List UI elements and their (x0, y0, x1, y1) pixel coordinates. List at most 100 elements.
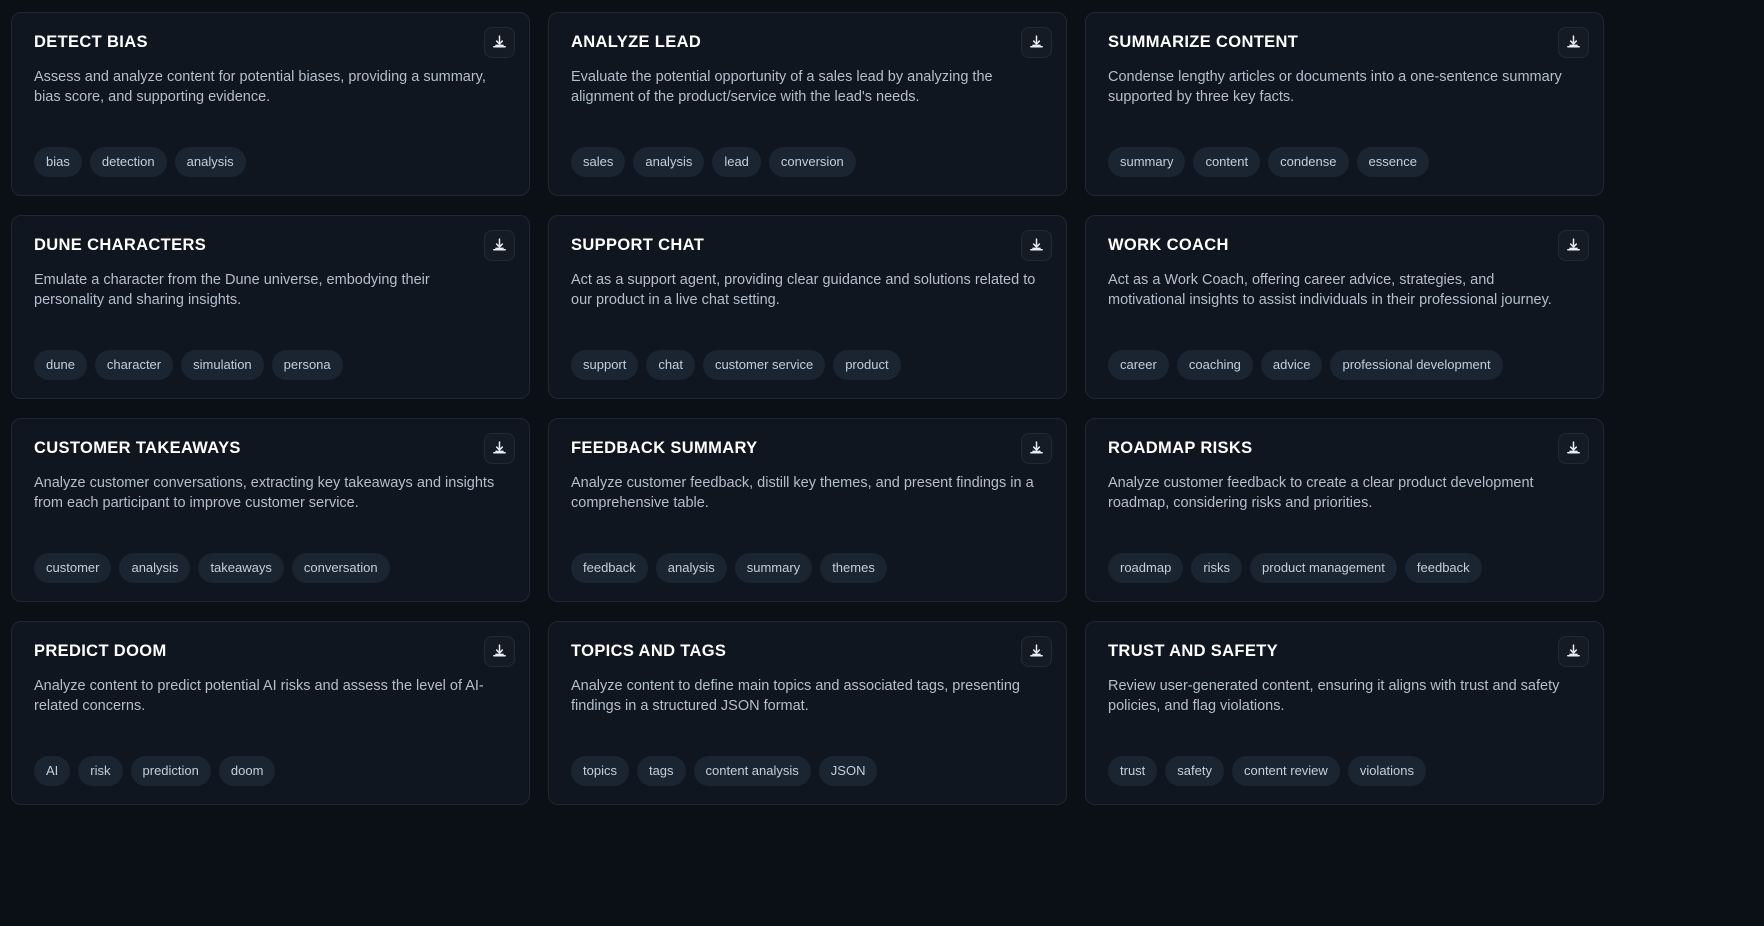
download-icon (1565, 643, 1582, 660)
download-button[interactable] (1021, 636, 1052, 667)
prompt-card-tag-list: summary content condense essence (1108, 147, 1581, 177)
prompt-card[interactable]: CUSTOMER TAKEAWAYS Analyze customer conv… (11, 418, 530, 602)
prompt-card-tag[interactable]: conversation (291, 553, 390, 583)
download-icon (491, 34, 508, 51)
prompt-card-tag[interactable]: persona (271, 350, 343, 380)
download-icon (491, 440, 508, 457)
prompt-card-tag-list: sales analysis lead conversion (571, 147, 1044, 177)
download-button[interactable] (1021, 27, 1052, 58)
prompt-card-description: Act as a Work Coach, offering career adv… (1108, 271, 1552, 308)
prompt-card-tag[interactable]: prediction (130, 756, 211, 786)
prompt-card[interactable]: DETECT BIAS Assess and analyze content f… (11, 12, 530, 196)
download-button[interactable] (484, 636, 515, 667)
prompt-card-tag[interactable]: product management (1250, 553, 1397, 583)
prompt-card-tag[interactable]: detection (89, 147, 167, 177)
prompt-card-tag-list: roadmap risks product management feedback (1108, 553, 1581, 583)
prompt-card-tag[interactable]: customer service (702, 350, 826, 380)
download-button[interactable] (484, 230, 515, 261)
prompt-card-tag-list: dune character simulation persona (34, 350, 507, 380)
prompt-card-description: Condense lengthy articles or documents i… (1108, 68, 1562, 105)
prompt-card-title: ROADMAP RISKS (1108, 439, 1253, 457)
download-icon (1028, 237, 1045, 254)
prompt-card-tag-list: topics tags content analysis JSON (571, 756, 1044, 786)
download-button[interactable] (1558, 433, 1589, 464)
prompt-card-tag[interactable]: essence (1356, 147, 1429, 177)
prompt-card-tag[interactable]: content review (1231, 756, 1340, 786)
prompt-card-tag[interactable]: chat (646, 350, 695, 380)
prompt-card-title: SUMMARIZE CONTENT (1108, 33, 1299, 51)
prompt-card-tag[interactable]: analysis (633, 147, 705, 177)
download-icon (1565, 440, 1582, 457)
download-button[interactable] (1021, 230, 1052, 261)
prompt-card-tag[interactable]: sales (571, 147, 626, 177)
prompt-card-tag-list: customer analysis takeaways conversation (34, 553, 507, 583)
prompt-card-tag[interactable]: analysis (655, 553, 727, 583)
prompt-card-tag[interactable]: summary (1108, 147, 1186, 177)
download-icon (1028, 440, 1045, 457)
prompt-card-title: DUNE CHARACTERS (34, 236, 207, 254)
prompt-card[interactable]: WORK COACH Act as a Work Coach, offering… (1085, 215, 1604, 399)
download-button[interactable] (1558, 636, 1589, 667)
prompt-card-tag[interactable]: advice (1260, 350, 1323, 380)
prompt-card-tag[interactable]: safety (1165, 756, 1224, 786)
prompt-card-tag[interactable]: analysis (119, 553, 191, 583)
prompt-card[interactable]: TRUST AND SAFETY Review user-generated c… (1085, 621, 1604, 805)
prompt-card-tag[interactable]: dune (34, 350, 87, 380)
prompt-card-tag[interactable]: themes (820, 553, 887, 583)
prompt-card-grid: DETECT BIAS Assess and analyze content f… (0, 0, 1764, 805)
prompt-card[interactable]: SUMMARIZE CONTENT Condense lengthy artic… (1085, 12, 1604, 196)
prompt-card-tag[interactable]: professional development (1330, 350, 1503, 380)
prompt-card-tag[interactable]: AI (34, 756, 71, 786)
prompt-card-tag[interactable]: support (571, 350, 639, 380)
prompt-card-tag[interactable]: simulation (181, 350, 264, 380)
download-button[interactable] (484, 27, 515, 58)
prompt-card-tag[interactable]: product (833, 350, 901, 380)
prompt-card-tag[interactable]: customer (34, 553, 112, 583)
prompt-card-tag[interactable]: risks (1191, 553, 1243, 583)
download-button[interactable] (1021, 433, 1052, 464)
prompt-card-tag[interactable]: coaching (1176, 350, 1253, 380)
prompt-card[interactable]: ANALYZE LEAD Evaluate the potential oppo… (548, 12, 1067, 196)
prompt-card-tag[interactable]: content analysis (693, 756, 811, 786)
prompt-card-tag[interactable]: takeaways (198, 553, 284, 583)
prompt-card-description: Analyze customer feedback to create a cl… (1108, 474, 1534, 511)
prompt-card-tag[interactable]: trust (1108, 756, 1158, 786)
prompt-card-tag[interactable]: doom (218, 756, 276, 786)
prompt-card[interactable]: ROADMAP RISKS Analyze customer feedback … (1085, 418, 1604, 602)
prompt-card[interactable]: TOPICS AND TAGS Analyze content to defin… (548, 621, 1067, 805)
prompt-card-tag[interactable]: summary (734, 553, 813, 583)
prompt-card-tag-list: AI risk prediction doom (34, 756, 507, 786)
prompt-card-title: TRUST AND SAFETY (1108, 642, 1278, 660)
prompt-card-tag[interactable]: conversion (768, 147, 856, 177)
prompt-card[interactable]: FEEDBACK SUMMARY Analyze customer feedba… (548, 418, 1067, 602)
download-button[interactable] (484, 433, 515, 464)
prompt-card-tag[interactable]: topics (571, 756, 629, 786)
prompt-card-tag[interactable]: lead (712, 147, 761, 177)
download-icon (491, 237, 508, 254)
prompt-card-tag[interactable]: character (94, 350, 174, 380)
download-button[interactable] (1558, 230, 1589, 261)
prompt-card-tag[interactable]: feedback (571, 553, 648, 583)
prompt-card-description: Analyze content to predict potential AI … (34, 677, 484, 714)
prompt-card-description: Analyze content to define main topics an… (571, 677, 1020, 714)
prompt-card-title: DETECT BIAS (34, 33, 148, 51)
download-button[interactable] (1558, 27, 1589, 58)
prompt-card-tag[interactable]: analysis (174, 147, 246, 177)
prompt-card[interactable]: SUPPORT CHAT Act as a support agent, pro… (548, 215, 1067, 399)
prompt-card[interactable]: DUNE CHARACTERS Emulate a character from… (11, 215, 530, 399)
prompt-card-tag[interactable]: tags (636, 756, 686, 786)
prompt-card-tag[interactable]: roadmap (1108, 553, 1184, 583)
prompt-card-description: Analyze customer feedback, distill key t… (571, 474, 1034, 511)
prompt-card-tag[interactable]: career (1108, 350, 1169, 380)
prompt-card[interactable]: PREDICT DOOM Analyze content to predict … (11, 621, 530, 805)
prompt-card-description: Assess and analyze content for potential… (34, 68, 486, 105)
prompt-card-tag[interactable]: JSON (818, 756, 878, 786)
prompt-card-tag[interactable]: violations (1347, 756, 1427, 786)
prompt-card-tag[interactable]: feedback (1404, 553, 1482, 583)
prompt-card-tag[interactable]: condense (1268, 147, 1349, 177)
prompt-card-description: Evaluate the potential opportunity of a … (571, 68, 993, 105)
prompt-card-tag[interactable]: risk (78, 756, 123, 786)
prompt-card-tag[interactable]: content (1193, 147, 1261, 177)
prompt-card-description: Review user-generated content, ensuring … (1108, 677, 1560, 714)
prompt-card-tag[interactable]: bias (34, 147, 82, 177)
